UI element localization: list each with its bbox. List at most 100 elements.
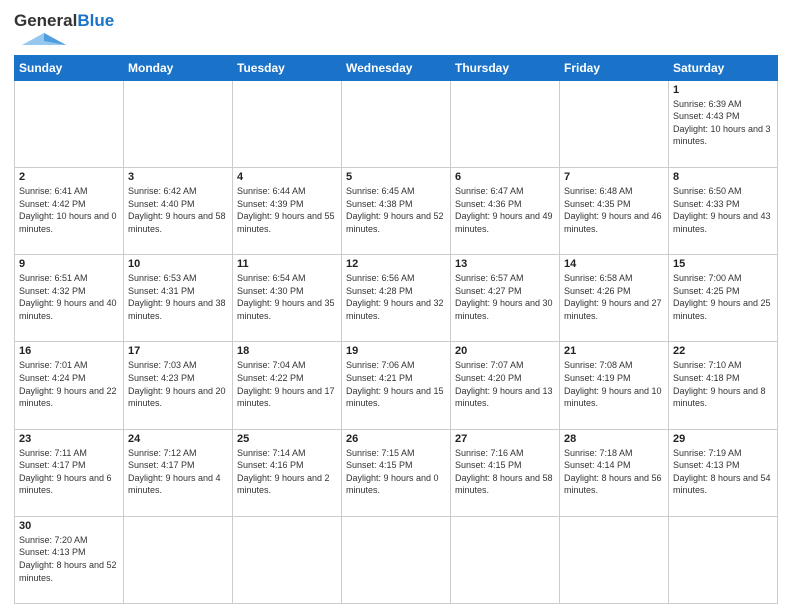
- day-cell: 10 Sunrise: 6:53 AM Sunset: 4:31 PM Dayli…: [124, 255, 233, 342]
- day-info: Sunrise: 6:45 AM Sunset: 4:38 PM Dayligh…: [346, 185, 446, 235]
- day-cell: 22 Sunrise: 7:10 AM Sunset: 4:18 PM Dayli…: [669, 342, 778, 429]
- day-info: Sunrise: 7:14 AM Sunset: 4:16 PM Dayligh…: [237, 447, 337, 497]
- day-info: Sunrise: 7:03 AM Sunset: 4:23 PM Dayligh…: [128, 359, 228, 409]
- day-info: Sunrise: 6:48 AM Sunset: 4:35 PM Dayligh…: [564, 185, 664, 235]
- week-row-6: 30 Sunrise: 7:20 AM Sunset: 4:13 PM Dayli…: [15, 516, 778, 603]
- day-info: Sunrise: 7:08 AM Sunset: 4:19 PM Dayligh…: [564, 359, 664, 409]
- day-number: 14: [564, 258, 664, 270]
- day-cell: 4 Sunrise: 6:44 AM Sunset: 4:39 PM Daylig…: [233, 167, 342, 254]
- day-cell: 8 Sunrise: 6:50 AM Sunset: 4:33 PM Daylig…: [669, 167, 778, 254]
- day-cell: 1 Sunrise: 6:39 AM Sunset: 4:43 PM Daylig…: [669, 80, 778, 167]
- day-number: 30: [19, 520, 119, 532]
- day-cell: [124, 516, 233, 603]
- day-number: 8: [673, 171, 773, 183]
- day-cell: 6 Sunrise: 6:47 AM Sunset: 4:36 PM Daylig…: [451, 167, 560, 254]
- day-number: 26: [346, 433, 446, 445]
- day-cell: [233, 80, 342, 167]
- day-cell: 30 Sunrise: 7:20 AM Sunset: 4:13 PM Dayli…: [15, 516, 124, 603]
- day-info: Sunrise: 6:58 AM Sunset: 4:26 PM Dayligh…: [564, 272, 664, 322]
- calendar-table: SundayMondayTuesdayWednesdayThursdayFrid…: [14, 55, 778, 604]
- day-number: 9: [19, 258, 119, 270]
- logo: GeneralBlue: [14, 12, 114, 49]
- day-info: Sunrise: 6:41 AM Sunset: 4:42 PM Dayligh…: [19, 185, 119, 235]
- day-info: Sunrise: 7:20 AM Sunset: 4:13 PM Dayligh…: [19, 534, 119, 584]
- day-cell: 15Sunrise: 7:00 AM Sunset: 4:25 PM Dayli…: [669, 255, 778, 342]
- day-number: 12: [346, 258, 446, 270]
- day-cell: 3 Sunrise: 6:42 AM Sunset: 4:40 PM Daylig…: [124, 167, 233, 254]
- day-number: 23: [19, 433, 119, 445]
- day-cell: [669, 516, 778, 603]
- day-cell: 5Sunrise: 6:45 AM Sunset: 4:38 PM Daylig…: [342, 167, 451, 254]
- day-cell: [124, 80, 233, 167]
- day-number: 22: [673, 345, 773, 357]
- day-info: Sunrise: 7:16 AM Sunset: 4:15 PM Dayligh…: [455, 447, 555, 497]
- day-number: 28: [564, 433, 664, 445]
- day-number: 4: [237, 171, 337, 183]
- week-row-3: 9Sunrise: 6:51 AM Sunset: 4:32 PM Daylig…: [15, 255, 778, 342]
- day-number: 17: [128, 345, 228, 357]
- day-cell: 28 Sunrise: 7:18 AM Sunset: 4:14 PM Dayli…: [560, 429, 669, 516]
- logo-blue-text: Blue: [77, 11, 114, 30]
- day-cell: [451, 80, 560, 167]
- day-info: Sunrise: 7:06 AM Sunset: 4:21 PM Dayligh…: [346, 359, 446, 409]
- day-info: Sunrise: 6:57 AM Sunset: 4:27 PM Dayligh…: [455, 272, 555, 322]
- day-info: Sunrise: 7:18 AM Sunset: 4:14 PM Dayligh…: [564, 447, 664, 497]
- page: GeneralBlue SundayMondayTuesdayWednesday…: [0, 0, 792, 612]
- day-cell: [451, 516, 560, 603]
- weekday-tuesday: Tuesday: [233, 55, 342, 80]
- day-info: Sunrise: 7:15 AM Sunset: 4:15 PM Dayligh…: [346, 447, 446, 497]
- day-number: 10: [128, 258, 228, 270]
- day-info: Sunrise: 6:53 AM Sunset: 4:31 PM Dayligh…: [128, 272, 228, 322]
- day-cell: 27 Sunrise: 7:16 AM Sunset: 4:15 PM Dayli…: [451, 429, 560, 516]
- day-info: Sunrise: 7:00 AM Sunset: 4:25 PM Dayligh…: [673, 272, 773, 322]
- day-number: 13: [455, 258, 555, 270]
- week-row-5: 23 Sunrise: 7:11 AM Sunset: 4:17 PM Dayli…: [15, 429, 778, 516]
- week-row-2: 2 Sunrise: 6:41 AM Sunset: 4:42 PM Daylig…: [15, 167, 778, 254]
- day-info: Sunrise: 6:42 AM Sunset: 4:40 PM Dayligh…: [128, 185, 228, 235]
- day-number: 7: [564, 171, 664, 183]
- day-cell: 26 Sunrise: 7:15 AM Sunset: 4:15 PM Dayli…: [342, 429, 451, 516]
- day-info: Sunrise: 6:50 AM Sunset: 4:33 PM Dayligh…: [673, 185, 773, 235]
- day-info: Sunrise: 7:19 AM Sunset: 4:13 PM Dayligh…: [673, 447, 773, 497]
- day-cell: 13 Sunrise: 6:57 AM Sunset: 4:27 PM Dayli…: [451, 255, 560, 342]
- day-number: 1: [673, 84, 773, 96]
- day-cell: 2 Sunrise: 6:41 AM Sunset: 4:42 PM Daylig…: [15, 167, 124, 254]
- day-cell: 7 Sunrise: 6:48 AM Sunset: 4:35 PM Daylig…: [560, 167, 669, 254]
- day-cell: 14 Sunrise: 6:58 AM Sunset: 4:26 PM Dayli…: [560, 255, 669, 342]
- weekday-monday: Monday: [124, 55, 233, 80]
- logo-graphic: [14, 31, 74, 49]
- day-info: Sunrise: 7:04 AM Sunset: 4:22 PM Dayligh…: [237, 359, 337, 409]
- weekday-wednesday: Wednesday: [342, 55, 451, 80]
- day-cell: [233, 516, 342, 603]
- logo-general: GeneralBlue: [14, 12, 114, 31]
- day-cell: 25 Sunrise: 7:14 AM Sunset: 4:16 PM Dayli…: [233, 429, 342, 516]
- day-number: 21: [564, 345, 664, 357]
- day-cell: 29 Sunrise: 7:19 AM Sunset: 4:13 PM Dayli…: [669, 429, 778, 516]
- day-number: 29: [673, 433, 773, 445]
- day-number: 27: [455, 433, 555, 445]
- day-number: 2: [19, 171, 119, 183]
- day-cell: 9Sunrise: 6:51 AM Sunset: 4:32 PM Daylig…: [15, 255, 124, 342]
- day-cell: 12Sunrise: 6:56 AM Sunset: 4:28 PM Dayli…: [342, 255, 451, 342]
- week-row-4: 16Sunrise: 7:01 AM Sunset: 4:24 PM Dayli…: [15, 342, 778, 429]
- day-cell: [15, 80, 124, 167]
- day-cell: 23 Sunrise: 7:11 AM Sunset: 4:17 PM Dayli…: [15, 429, 124, 516]
- weekday-friday: Friday: [560, 55, 669, 80]
- logo-container: GeneralBlue: [14, 12, 114, 49]
- weekday-thursday: Thursday: [451, 55, 560, 80]
- day-info: Sunrise: 7:11 AM Sunset: 4:17 PM Dayligh…: [19, 447, 119, 497]
- day-number: 6: [455, 171, 555, 183]
- weekday-saturday: Saturday: [669, 55, 778, 80]
- day-info: Sunrise: 6:44 AM Sunset: 4:39 PM Dayligh…: [237, 185, 337, 235]
- day-number: 25: [237, 433, 337, 445]
- day-info: Sunrise: 7:10 AM Sunset: 4:18 PM Dayligh…: [673, 359, 773, 409]
- day-info: Sunrise: 6:39 AM Sunset: 4:43 PM Dayligh…: [673, 98, 773, 148]
- weekday-sunday: Sunday: [15, 55, 124, 80]
- day-cell: 19Sunrise: 7:06 AM Sunset: 4:21 PM Dayli…: [342, 342, 451, 429]
- day-cell: 21 Sunrise: 7:08 AM Sunset: 4:19 PM Dayli…: [560, 342, 669, 429]
- day-info: Sunrise: 6:47 AM Sunset: 4:36 PM Dayligh…: [455, 185, 555, 235]
- day-cell: [560, 516, 669, 603]
- day-cell: [342, 516, 451, 603]
- day-number: 3: [128, 171, 228, 183]
- day-number: 16: [19, 345, 119, 357]
